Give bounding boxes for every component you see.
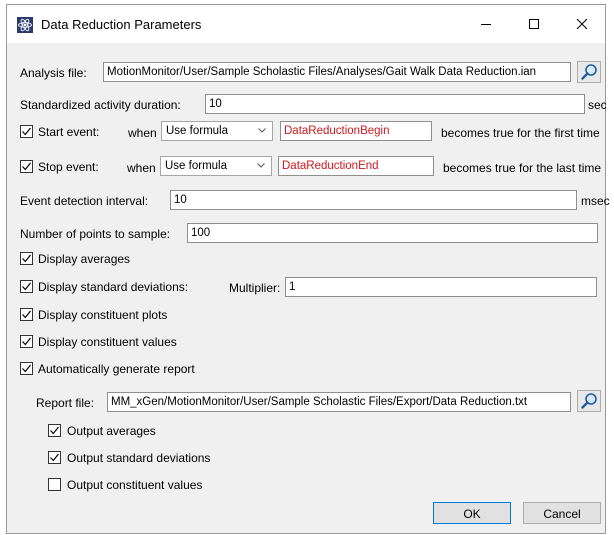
start-event-mode-select[interactable]: Use formula	[161, 121, 273, 141]
display-constituent-values-label: Display constituent values	[38, 335, 177, 349]
stop-event-suffix: becomes true for the last time	[443, 161, 602, 175]
maximize-icon	[529, 19, 539, 29]
window-title: Data Reduction Parameters	[41, 17, 202, 32]
checkmark-icon	[50, 426, 59, 435]
display-std-checkbox[interactable]	[20, 280, 33, 293]
output-std-checkbox[interactable]	[48, 451, 61, 464]
checkmark-icon	[22, 310, 31, 319]
duration-input[interactable]: 10	[205, 94, 585, 114]
output-averages-checkbox[interactable]	[48, 424, 61, 437]
multiplier-input[interactable]: 1	[285, 277, 597, 297]
checkmark-icon	[22, 127, 31, 136]
search-icon	[581, 64, 597, 80]
title-bar: Data Reduction Parameters	[7, 5, 605, 43]
maximize-button[interactable]	[511, 8, 557, 40]
display-constituent-plots-label: Display constituent plots	[38, 308, 168, 322]
display-constituent-values-checkbox[interactable]	[20, 335, 33, 348]
checkmark-icon	[22, 162, 31, 171]
display-averages-label: Display averages	[38, 252, 131, 266]
analysis-file-input[interactable]: MotionMonitor/User/Sample Scholastic Fil…	[103, 62, 571, 82]
start-event-when: when	[128, 126, 157, 140]
checkmark-icon	[22, 254, 31, 263]
points-label: Number of points to sample:	[20, 227, 171, 241]
report-file-browse-button[interactable]	[577, 390, 601, 412]
chevron-down-icon	[257, 163, 265, 168]
ok-button[interactable]: OK	[433, 502, 511, 524]
stop-event-when: when	[127, 161, 156, 175]
report-file-input[interactable]: MM_xGen/MotionMonitor/User/Sample Schola…	[107, 392, 571, 412]
output-constituent-label: Output constituent values	[67, 478, 203, 492]
auto-report-label: Automatically generate report	[38, 362, 195, 376]
output-constituent-checkbox[interactable]	[48, 478, 61, 491]
atom-icon	[17, 17, 33, 33]
detection-interval-unit: msec	[581, 194, 610, 208]
report-file-label: Report file:	[36, 396, 95, 410]
detection-interval-label: Event detection interval:	[20, 194, 149, 208]
minimize-button[interactable]	[463, 8, 509, 40]
minimize-icon	[481, 24, 491, 25]
checkmark-icon	[22, 337, 31, 346]
output-std-label: Output standard deviations	[67, 451, 211, 465]
dialog-window: Data Reduction Parameters Analysis file:…	[6, 4, 610, 534]
search-icon	[581, 393, 597, 409]
auto-report-checkbox[interactable]	[20, 362, 33, 375]
close-icon	[576, 18, 588, 30]
multiplier-label: Multiplier:	[229, 281, 281, 295]
cancel-button[interactable]: Cancel	[523, 502, 601, 524]
detection-interval-input[interactable]: 10	[170, 190, 577, 210]
chevron-down-icon	[258, 128, 266, 133]
display-averages-checkbox[interactable]	[20, 252, 33, 265]
display-std-label: Display standard deviations:	[38, 280, 189, 294]
display-constituent-plots-checkbox[interactable]	[20, 308, 33, 321]
duration-unit: sec	[588, 98, 607, 112]
analysis-file-label: Analysis file:	[20, 66, 87, 80]
analysis-file-browse-button[interactable]	[577, 61, 601, 83]
checkmark-icon	[22, 282, 31, 291]
stop-event-label: Stop event:	[38, 160, 99, 174]
stop-event-checkbox[interactable]	[20, 160, 33, 173]
start-event-mode-value: Use formula	[166, 125, 228, 137]
stop-event-mode-select[interactable]: Use formula	[160, 156, 272, 176]
duration-label: Standardized activity duration:	[20, 98, 181, 112]
stop-event-mode-value: Use formula	[165, 160, 227, 172]
start-event-checkbox[interactable]	[20, 125, 33, 138]
points-input[interactable]: 100	[187, 223, 598, 243]
close-button[interactable]	[559, 8, 605, 40]
checkmark-icon	[50, 453, 59, 462]
start-event-formula-input[interactable]: DataReductionBegin	[280, 121, 432, 141]
start-event-label: Start event:	[38, 125, 100, 139]
stop-event-formula-input[interactable]: DataReductionEnd	[278, 156, 434, 176]
output-averages-label: Output averages	[67, 424, 156, 438]
start-event-suffix: becomes true for the first time	[441, 126, 600, 140]
checkmark-icon	[22, 364, 31, 373]
